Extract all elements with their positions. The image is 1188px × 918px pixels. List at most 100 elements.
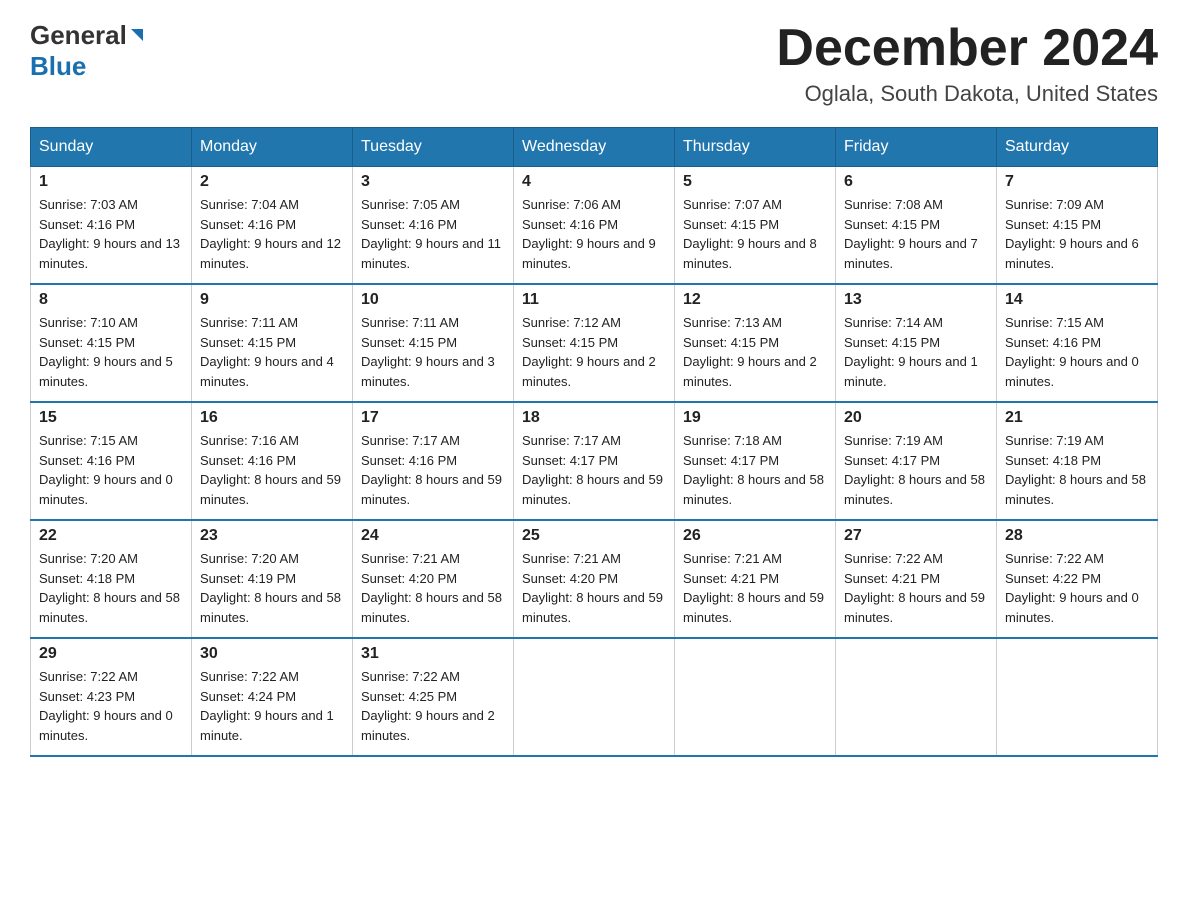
- logo-general-text: General: [30, 20, 127, 51]
- day-number: 31: [361, 645, 505, 663]
- day-number: 24: [361, 527, 505, 545]
- day-number: 6: [844, 173, 988, 191]
- day-number: 25: [522, 527, 666, 545]
- day-number: 1: [39, 173, 183, 191]
- day-info: Sunrise: 7:20 AMSunset: 4:19 PMDaylight:…: [200, 549, 344, 627]
- day-info: Sunrise: 7:11 AMSunset: 4:15 PMDaylight:…: [361, 313, 505, 391]
- calendar-cell: 31 Sunrise: 7:22 AMSunset: 4:25 PMDayligh…: [353, 638, 514, 756]
- weekday-header-saturday: Saturday: [997, 128, 1158, 167]
- month-title: December 2024: [776, 20, 1158, 77]
- day-number: 22: [39, 527, 183, 545]
- day-number: 10: [361, 291, 505, 309]
- day-number: 13: [844, 291, 988, 309]
- day-number: 8: [39, 291, 183, 309]
- day-info: Sunrise: 7:09 AMSunset: 4:15 PMDaylight:…: [1005, 195, 1149, 273]
- calendar-cell: 17 Sunrise: 7:17 AMSunset: 4:16 PMDayligh…: [353, 402, 514, 520]
- calendar-cell: 27Sunrise: 7:22 AMSunset: 4:21 PMDayligh…: [836, 520, 997, 638]
- day-number: 26: [683, 527, 827, 545]
- weekday-header-tuesday: Tuesday: [353, 128, 514, 167]
- logo-triangle-icon: [127, 27, 145, 45]
- calendar-cell: 4 Sunrise: 7:06 AMSunset: 4:16 PMDaylight…: [514, 167, 675, 285]
- day-info: Sunrise: 7:21 AMSunset: 4:20 PMDaylight:…: [361, 549, 505, 627]
- weekday-header-monday: Monday: [192, 128, 353, 167]
- calendar-cell: 30 Sunrise: 7:22 AMSunset: 4:24 PMDayligh…: [192, 638, 353, 756]
- weekday-header-sunday: Sunday: [31, 128, 192, 167]
- calendar-cell: [997, 638, 1158, 756]
- day-info: Sunrise: 7:22 AMSunset: 4:25 PMDaylight:…: [361, 667, 505, 745]
- calendar-cell: 23 Sunrise: 7:20 AMSunset: 4:19 PMDayligh…: [192, 520, 353, 638]
- logo-blue-text: Blue: [30, 51, 145, 82]
- day-info: Sunrise: 7:21 AMSunset: 4:21 PMDaylight:…: [683, 549, 827, 627]
- day-info: Sunrise: 7:13 AMSunset: 4:15 PMDaylight:…: [683, 313, 827, 391]
- day-info: Sunrise: 7:22 AMSunset: 4:24 PMDaylight:…: [200, 667, 344, 745]
- day-info: Sunrise: 7:14 AMSunset: 4:15 PMDaylight:…: [844, 313, 988, 391]
- day-info: Sunrise: 7:17 AMSunset: 4:17 PMDaylight:…: [522, 431, 666, 509]
- calendar-cell: 5 Sunrise: 7:07 AMSunset: 4:15 PMDaylight…: [675, 167, 836, 285]
- day-info: Sunrise: 7:22 AMSunset: 4:22 PMDaylight:…: [1005, 549, 1149, 627]
- day-number: 15: [39, 409, 183, 427]
- calendar-week-row: 15 Sunrise: 7:15 AMSunset: 4:16 PMDayligh…: [31, 402, 1158, 520]
- day-info: Sunrise: 7:08 AMSunset: 4:15 PMDaylight:…: [844, 195, 988, 273]
- location-subtitle: Oglala, South Dakota, United States: [776, 81, 1158, 107]
- day-number: 30: [200, 645, 344, 663]
- day-number: 16: [200, 409, 344, 427]
- title-area: December 2024 Oglala, South Dakota, Unit…: [776, 20, 1158, 107]
- day-number: 19: [683, 409, 827, 427]
- calendar-cell: 10 Sunrise: 7:11 AMSunset: 4:15 PMDayligh…: [353, 284, 514, 402]
- day-number: 7: [1005, 173, 1149, 191]
- calendar-week-row: 8 Sunrise: 7:10 AMSunset: 4:15 PMDaylight…: [31, 284, 1158, 402]
- day-number: 27: [844, 527, 988, 545]
- calendar-cell: 29 Sunrise: 7:22 AMSunset: 4:23 PMDayligh…: [31, 638, 192, 756]
- day-info: Sunrise: 7:07 AMSunset: 4:15 PMDaylight:…: [683, 195, 827, 273]
- day-info: Sunrise: 7:15 AMSunset: 4:16 PMDaylight:…: [39, 431, 183, 509]
- calendar-cell: 18 Sunrise: 7:17 AMSunset: 4:17 PMDayligh…: [514, 402, 675, 520]
- day-info: Sunrise: 7:04 AMSunset: 4:16 PMDaylight:…: [200, 195, 344, 273]
- calendar-cell: 28 Sunrise: 7:22 AMSunset: 4:22 PMDayligh…: [997, 520, 1158, 638]
- day-info: Sunrise: 7:12 AMSunset: 4:15 PMDaylight:…: [522, 313, 666, 391]
- day-number: 29: [39, 645, 183, 663]
- calendar-cell: 13 Sunrise: 7:14 AMSunset: 4:15 PMDayligh…: [836, 284, 997, 402]
- calendar-table: SundayMondayTuesdayWednesdayThursdayFrid…: [30, 127, 1158, 757]
- day-info: Sunrise: 7:17 AMSunset: 4:16 PMDaylight:…: [361, 431, 505, 509]
- day-number: 17: [361, 409, 505, 427]
- day-info: Sunrise: 7:19 AMSunset: 4:18 PMDaylight:…: [1005, 431, 1149, 509]
- calendar-cell: 9Sunrise: 7:11 AMSunset: 4:15 PMDaylight…: [192, 284, 353, 402]
- day-info: Sunrise: 7:10 AMSunset: 4:15 PMDaylight:…: [39, 313, 183, 391]
- calendar-cell: 3 Sunrise: 7:05 AMSunset: 4:16 PMDaylight…: [353, 167, 514, 285]
- weekday-header-thursday: Thursday: [675, 128, 836, 167]
- day-info: Sunrise: 7:06 AMSunset: 4:16 PMDaylight:…: [522, 195, 666, 273]
- day-info: Sunrise: 7:05 AMSunset: 4:16 PMDaylight:…: [361, 195, 505, 273]
- day-number: 12: [683, 291, 827, 309]
- calendar-cell: 22Sunrise: 7:20 AMSunset: 4:18 PMDayligh…: [31, 520, 192, 638]
- calendar-cell: 19 Sunrise: 7:18 AMSunset: 4:17 PMDayligh…: [675, 402, 836, 520]
- calendar-week-row: 22Sunrise: 7:20 AMSunset: 4:18 PMDayligh…: [31, 520, 1158, 638]
- day-number: 18: [522, 409, 666, 427]
- day-number: 4: [522, 173, 666, 191]
- page-header: General Blue December 2024 Oglala, South…: [30, 20, 1158, 107]
- calendar-cell: 1 Sunrise: 7:03 AMSunset: 4:16 PMDaylight…: [31, 167, 192, 285]
- calendar-cell: 7 Sunrise: 7:09 AMSunset: 4:15 PMDaylight…: [997, 167, 1158, 285]
- calendar-week-row: 1 Sunrise: 7:03 AMSunset: 4:16 PMDaylight…: [31, 167, 1158, 285]
- calendar-cell: 21Sunrise: 7:19 AMSunset: 4:18 PMDayligh…: [997, 402, 1158, 520]
- calendar-cell: 14Sunrise: 7:15 AMSunset: 4:16 PMDayligh…: [997, 284, 1158, 402]
- calendar-cell: 25 Sunrise: 7:21 AMSunset: 4:20 PMDayligh…: [514, 520, 675, 638]
- calendar-cell: 8 Sunrise: 7:10 AMSunset: 4:15 PMDaylight…: [31, 284, 192, 402]
- day-number: 5: [683, 173, 827, 191]
- calendar-cell: 11 Sunrise: 7:12 AMSunset: 4:15 PMDayligh…: [514, 284, 675, 402]
- calendar-cell: 2 Sunrise: 7:04 AMSunset: 4:16 PMDaylight…: [192, 167, 353, 285]
- day-number: 2: [200, 173, 344, 191]
- day-info: Sunrise: 7:22 AMSunset: 4:23 PMDaylight:…: [39, 667, 183, 745]
- day-info: Sunrise: 7:03 AMSunset: 4:16 PMDaylight:…: [39, 195, 183, 273]
- weekday-header-wednesday: Wednesday: [514, 128, 675, 167]
- day-info: Sunrise: 7:18 AMSunset: 4:17 PMDaylight:…: [683, 431, 827, 509]
- calendar-cell: 6 Sunrise: 7:08 AMSunset: 4:15 PMDaylight…: [836, 167, 997, 285]
- day-number: 3: [361, 173, 505, 191]
- calendar-cell: [836, 638, 997, 756]
- day-info: Sunrise: 7:16 AMSunset: 4:16 PMDaylight:…: [200, 431, 344, 509]
- day-info: Sunrise: 7:21 AMSunset: 4:20 PMDaylight:…: [522, 549, 666, 627]
- day-number: 20: [844, 409, 988, 427]
- day-number: 23: [200, 527, 344, 545]
- day-number: 11: [522, 291, 666, 309]
- day-number: 28: [1005, 527, 1149, 545]
- calendar-cell: [514, 638, 675, 756]
